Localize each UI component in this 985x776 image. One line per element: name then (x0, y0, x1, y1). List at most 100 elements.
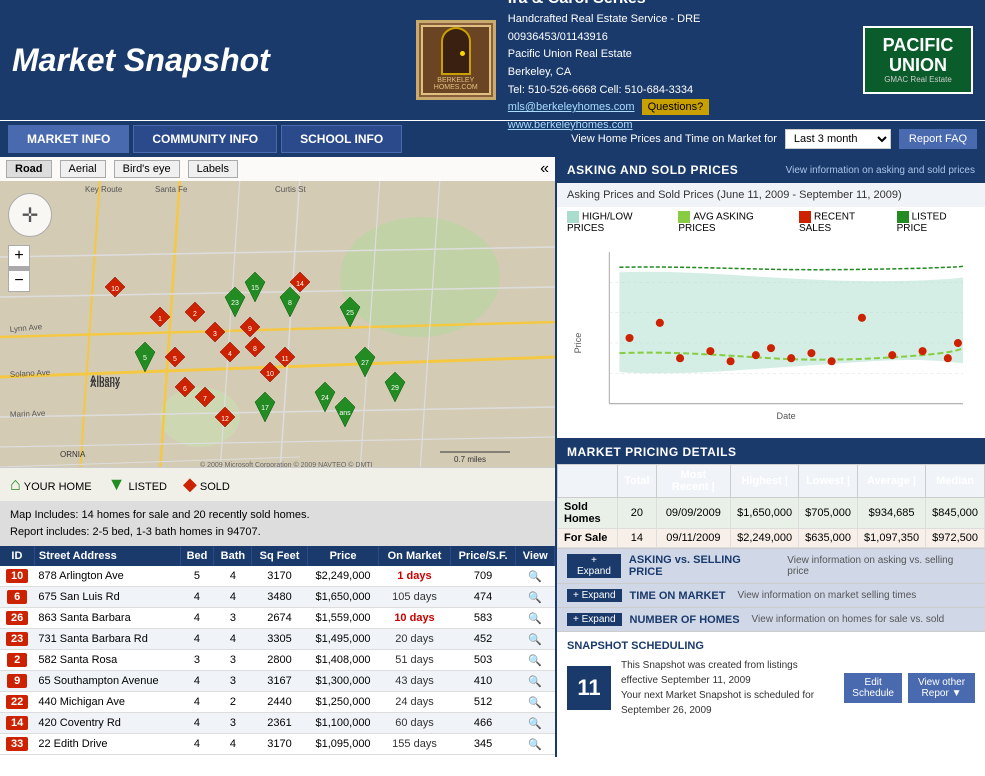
edit-schedule-btn[interactable]: Edit Schedule (844, 673, 902, 703)
agent-tel: Tel: 510-526-6668 Cell: 510-684-3334 (508, 82, 709, 100)
listing-price: $2,249,000 (307, 566, 379, 587)
listing-bed: 4 (180, 587, 214, 608)
zoom-in-btn[interactable]: + (8, 245, 30, 267)
listing-view-btn[interactable]: 🔍 (516, 608, 555, 629)
agent-dre: 00936453/01143916 (508, 29, 709, 47)
map-birds-eye-btn[interactable]: Bird's eye (114, 160, 180, 178)
snapshot-buttons: Edit Schedule View other Repor ▼ (844, 673, 975, 703)
map-compass[interactable]: ✛ (8, 193, 52, 237)
listing-id: 6 (0, 587, 34, 608)
svg-text:10: 10 (111, 286, 119, 293)
expand-btn-number-homes[interactable]: + Expand (567, 613, 622, 626)
snapshot-text-line2: Your next Market Snapshot is scheduled f… (621, 688, 834, 718)
pricing-col-median: Median (926, 465, 985, 498)
listing-view-btn[interactable]: 🔍 (516, 713, 555, 734)
col-view: View (516, 546, 555, 566)
table-row: 6 675 San Luis Rd 4 4 3480 $1,650,000 10… (0, 587, 555, 608)
listing-id: 26 (0, 608, 34, 629)
listing-on-market: 60 days (379, 713, 450, 734)
snapshot-header: SNAPSHOT SCHEDULING (567, 640, 975, 652)
listing-sqft: 2361 (252, 713, 307, 734)
expand-btn-time-on-market[interactable]: + Expand (567, 589, 622, 602)
pricing-recent: 09/09/2009 (656, 498, 730, 529)
nav-view-label: View Home Prices and Time on Market for (571, 133, 777, 145)
expand-header-time-on-market[interactable]: + Expand TIME ON MARKET View information… (557, 584, 985, 607)
pricing-recent: 09/11/2009 (656, 529, 730, 548)
listing-price: $1,495,000 (307, 629, 379, 650)
tab-community-info[interactable]: COMMUNITY INFO (133, 125, 277, 153)
svg-text:8: 8 (288, 300, 292, 307)
agent-company: Pacific Union Real Estate (508, 46, 709, 64)
map-collapse-btn[interactable]: « (540, 160, 549, 178)
listing-address: 731 Santa Barbara Rd (34, 629, 180, 650)
listings-table-area: ID Street Address Bed Bath Sq Feet Price… (0, 546, 555, 757)
high-low-color (567, 211, 579, 223)
expand-header-number-homes[interactable]: + Expand NUMBER OF HOMES View informatio… (557, 608, 985, 631)
svg-text:3: 3 (213, 331, 217, 338)
avg-asking-color (678, 211, 690, 223)
snapshot-text-line1: This Snapshot was created from listings … (621, 658, 834, 688)
listing-address: 863 Santa Barbara (34, 608, 180, 629)
svg-text:Albany: Albany (90, 379, 120, 389)
listing-view-btn[interactable]: 🔍 (516, 692, 555, 713)
map-aerial-btn[interactable]: Aerial (60, 160, 106, 178)
pricing-total: 14 (618, 529, 656, 548)
agent-links: mls@berkeleyhomes.com Questions? (508, 99, 709, 117)
logo-text: BERKELEYHOMES.COM (432, 75, 480, 93)
chart-date-range: Asking Prices and Sold Prices (June 11, … (557, 183, 985, 207)
snapshot-content: 11 This Snapshot was created from listin… (567, 658, 975, 718)
tab-school-info[interactable]: SCHOOL INFO (281, 125, 402, 153)
svg-text:14: 14 (296, 281, 304, 288)
listing-view-btn[interactable]: 🔍 (516, 671, 555, 692)
svg-text:ans: ans (339, 410, 351, 417)
expand-btn-asking-selling[interactable]: + Expand (567, 554, 621, 578)
pricing-row: Sold Homes 20 09/09/2009 $1,650,000 $705… (558, 498, 985, 529)
time-period-select[interactable]: Last 3 month Last 6 months Last 12 month… (785, 129, 891, 149)
pricing-table: Total Most Recent | Highest | Lowest | A… (557, 464, 985, 548)
listed-icon: ▼ (108, 474, 126, 494)
map-road-btn[interactable]: Road (6, 160, 52, 178)
sold-label: SOLD (200, 481, 230, 493)
zoom-out-btn[interactable]: − (8, 270, 30, 292)
agent-logo: BERKELEYHOMES.COM (416, 20, 496, 100)
svg-text:27: 27 (361, 360, 369, 367)
legend-high-low: HIGH/LOW PRICES (567, 211, 666, 234)
expand-section-asking-selling: + Expand ASKING vs. SELLING PRICE View i… (557, 549, 985, 584)
questions-button[interactable]: Questions? (642, 99, 710, 115)
svg-text:ORNIA: ORNIA (60, 450, 86, 459)
pricing-section: MARKET PRICING DETAILS Total Most Recent… (557, 440, 985, 549)
legend-avg-asking: AVG ASKING PRICES (678, 211, 787, 234)
recent-sales-color (799, 211, 811, 223)
listing-view-btn[interactable]: 🔍 (516, 566, 555, 587)
table-row: 23 731 Santa Barbara Rd 4 4 3305 $1,495,… (0, 629, 555, 650)
listing-sqft: 2800 (252, 650, 307, 671)
listing-price: $1,095,000 (307, 734, 379, 755)
svg-text:Curtis St: Curtis St (275, 185, 306, 194)
listing-view-btn[interactable]: 🔍 (516, 587, 555, 608)
listing-view-btn[interactable]: 🔍 (516, 629, 555, 650)
left-panel: Road Aerial Bird's eye Labels « (0, 157, 555, 757)
svg-text:Date: Date (777, 411, 796, 421)
map-container[interactable]: Road Aerial Bird's eye Labels « (0, 157, 555, 467)
listing-bath: 3 (214, 713, 252, 734)
listing-psf: 709 (450, 566, 516, 587)
table-row: 26 863 Santa Barbara 4 3 2674 $1,559,000… (0, 608, 555, 629)
listing-view-btn[interactable]: 🔍 (516, 734, 555, 755)
view-report-btn[interactable]: View other Repor ▼ (908, 673, 975, 703)
pricing-col-highest: Highest | (731, 465, 799, 498)
expand-subtitle-asking-selling: View information on asking vs. selling p… (787, 555, 975, 577)
report-faq-button[interactable]: Report FAQ (899, 129, 977, 149)
listing-bath: 4 (214, 587, 252, 608)
tab-market-info[interactable]: MARKET INFO (8, 125, 129, 153)
map-labels-btn[interactable]: Labels (188, 160, 238, 178)
svg-text:15: 15 (251, 285, 259, 292)
dropdown-arrow-icon[interactable]: ▼ (952, 688, 962, 699)
listing-bath: 4 (214, 566, 252, 587)
svg-text:© 2009 Microsoft Corporation ©: © 2009 Microsoft Corporation © 2009 NAVT… (200, 461, 373, 467)
agent-email-link[interactable]: mls@berkeleyhomes.com (508, 101, 635, 113)
svg-text:23: 23 (231, 300, 239, 307)
expand-header-asking-selling[interactable]: + Expand ASKING vs. SELLING PRICE View i… (557, 549, 985, 583)
listing-view-btn[interactable]: 🔍 (516, 650, 555, 671)
svg-text:0.7 miles: 0.7 miles (454, 455, 486, 464)
map-toolbar: Road Aerial Bird's eye Labels « (0, 157, 555, 181)
